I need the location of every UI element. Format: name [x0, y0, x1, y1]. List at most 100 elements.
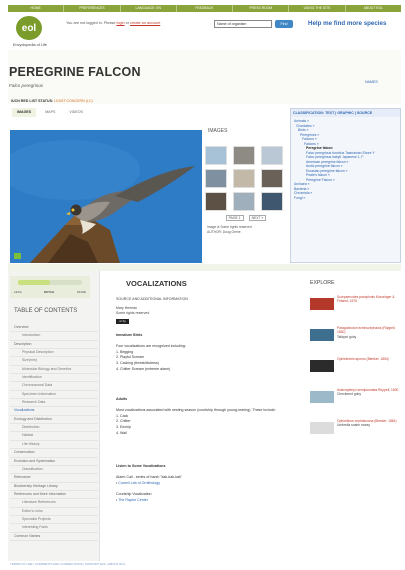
- toc-item[interactable]: Chromosomal Data: [10, 382, 98, 391]
- toc-item[interactable]: Specialist Projects: [10, 516, 98, 525]
- nav-item[interactable]: PREFERENCES: [64, 5, 121, 12]
- logo-subtitle: Encyclopedia of Life: [13, 43, 47, 47]
- login-message: You are not logged in. Please login or c…: [66, 21, 161, 25]
- toc-item[interactable]: Research Data: [10, 399, 98, 408]
- toc-item[interactable]: References and More Information: [10, 491, 98, 500]
- falcon-photo: [10, 130, 202, 263]
- explore-species-link[interactable]: Scorpaenodes parvipinnis Klunzinger & Fi…: [337, 295, 399, 304]
- toc-item[interactable]: Biodiversity Heritage Library: [10, 483, 98, 491]
- toc-item[interactable]: Literature References: [10, 499, 98, 508]
- toc-item[interactable]: Molecular Biology and Genetics: [10, 366, 98, 375]
- explore-thumbnail[interactable]: [310, 360, 334, 372]
- names-link[interactable]: NAMES: [365, 80, 378, 84]
- explore-title: EXPLORE: [310, 280, 335, 286]
- explore-item[interactable]: Scorpaenodes parvipinnis Klunzinger & Fi…: [310, 295, 400, 321]
- thumbnail[interactable]: [261, 192, 283, 211]
- explore-common-name: Umbrella snake moray: [337, 423, 370, 428]
- explore-item[interactable]: Ophieleotris aporos (Bleeker, 1854): [310, 357, 400, 383]
- toc-item[interactable]: Introduction: [10, 332, 98, 341]
- thumbnail[interactable]: [205, 146, 227, 165]
- explore-thumbnail[interactable]: [310, 422, 334, 434]
- footer-links[interactable]: TERMS OF USE | COMMENTS AND CORRECTIONS …: [10, 562, 125, 566]
- raptor-center-link[interactable]: The Raptor Center: [118, 498, 148, 502]
- main-falcon-image[interactable]: [10, 130, 202, 263]
- header: eol Encyclopedia of Life You are not log…: [8, 12, 401, 50]
- thumbnail[interactable]: [233, 169, 255, 188]
- toc-item[interactable]: Ecology and Distribution: [10, 416, 98, 425]
- find-button[interactable]: Find: [275, 20, 293, 28]
- nav-item[interactable]: HOME: [8, 5, 65, 12]
- cornell-lab-link[interactable]: Cornell Lab of Ornithology: [118, 481, 160, 485]
- slider-track[interactable]: [18, 280, 82, 285]
- toc-item[interactable]: Evolution and Systematics: [10, 458, 98, 466]
- explore-common-name: Tailspot goby: [337, 334, 357, 339]
- cc-license-icon[interactable]: cc by: [116, 319, 129, 324]
- toc-item[interactable]: Interesting Facts: [10, 524, 98, 533]
- search-input[interactable]: Name of organism: [214, 20, 272, 28]
- toc-item[interactable]: Life History: [10, 441, 98, 450]
- thumbnail[interactable]: [205, 169, 227, 188]
- toc-item[interactable]: Overview: [10, 324, 98, 333]
- thumbnail-grid: [205, 146, 287, 214]
- explore-species-link[interactable]: Ophieleotris aporos (Bleeker, 1854): [337, 357, 399, 361]
- thumbnail[interactable]: [205, 192, 227, 211]
- toc-item[interactable]: Physical Description: [10, 349, 98, 358]
- nav-item[interactable]: FEEDBACK: [177, 5, 234, 12]
- toc-item[interactable]: Size(mm): [10, 357, 98, 366]
- toc-item[interactable]: Identification: [10, 374, 98, 383]
- detail-slider: LESS DETAIL MORE: [10, 276, 90, 298]
- explore-thumbnail[interactable]: [310, 298, 334, 310]
- section-divider: [8, 264, 401, 271]
- main-content: VOCALIZATIONS SOURCE AND ADDITIONAL INFO…: [108, 271, 304, 561]
- classification-header[interactable]: CLASSIFICATION: TEXT | GRAPHIC | SOURCE: [291, 109, 400, 117]
- explore-species-link[interactable]: Paragobiodon echinocephalus (Rüppell, 18…: [337, 326, 399, 335]
- toc-item[interactable]: Editor's Links: [10, 508, 98, 516]
- image-pager: PAGE 1 NEXT »: [205, 215, 287, 222]
- nav-item[interactable]: LANGUAGE: EN: [121, 5, 177, 12]
- explore-thumbnail[interactable]: [310, 329, 334, 341]
- toc-item[interactable]: Distribution: [10, 424, 98, 433]
- help-find-species-link[interactable]: Help me find more species: [308, 20, 386, 27]
- images-label: IMAGES: [208, 128, 228, 134]
- thumbnail[interactable]: [261, 169, 283, 188]
- section-title: VOCALIZATIONS: [126, 279, 187, 288]
- toc-item[interactable]: Vocalizations: [10, 407, 98, 416]
- explore-thumbnail[interactable]: [310, 391, 334, 403]
- login-link[interactable]: login: [117, 21, 125, 25]
- explore-common-name: Checkered goby: [337, 392, 362, 397]
- tab-maps[interactable]: MAPS: [40, 108, 60, 117]
- image-info-icon[interactable]: [14, 253, 21, 259]
- toc-item[interactable]: Conservation: [10, 449, 98, 458]
- toc-item[interactable]: Habitat: [10, 432, 98, 441]
- toc-item[interactable]: Classification: [10, 466, 98, 475]
- classification-panel: CLASSIFICATION: TEXT | GRAPHIC | SOURCE …: [290, 108, 401, 263]
- toc-item[interactable]: Relevance: [10, 474, 98, 483]
- explore-item[interactable]: Asterropteryx semipunctata Rüppell, 1830…: [310, 388, 400, 414]
- thumbnail[interactable]: [233, 192, 255, 211]
- toc-item[interactable]: Common Names: [10, 533, 98, 541]
- nav-item[interactable]: USING THE SITE: [289, 5, 346, 12]
- thumbnail[interactable]: [261, 146, 283, 165]
- explore-item[interactable]: Ophichthus cephalozona (Bleeker, 1864) Um…: [310, 419, 400, 445]
- page-title: PEREGRINE FALCON: [9, 65, 141, 79]
- nav-item[interactable]: PRESS ROOM: [233, 5, 290, 12]
- source-author: Mary Herman Some rights reserved: [116, 306, 150, 315]
- tab-images[interactable]: IMAGES: [12, 108, 37, 117]
- create-account-link[interactable]: create an account: [130, 21, 160, 25]
- scientific-name: Falco peregrinus: [9, 83, 44, 88]
- tab-videos[interactable]: VIDEOS: [64, 108, 88, 117]
- adults-section: Adults Most vocalizations associated wit…: [116, 397, 276, 435]
- pager-next[interactable]: NEXT »: [248, 215, 267, 221]
- slider-fill[interactable]: [18, 280, 50, 285]
- thumbnail[interactable]: [233, 146, 255, 165]
- status-value[interactable]: LEAST CONCERN (LC): [54, 99, 92, 103]
- toc-item[interactable]: Specimen Information: [10, 391, 98, 400]
- listen-section: Listen to Some Vocalizations Alarm Call …: [116, 464, 183, 502]
- classification-item[interactable]: Fungi »: [294, 196, 397, 201]
- eol-logo[interactable]: eol: [16, 16, 42, 40]
- nav-item[interactable]: ABOUT EOL: [346, 5, 401, 12]
- classification-tree: Animals » Chordates » Birds » Peregrines » F…: [291, 117, 400, 260]
- explore-item[interactable]: Paragobiodon echinocephalus (Rüppell, 18…: [310, 326, 400, 352]
- iucn-status: IUCN RED LIST STATUS: LEAST CONCERN (LC): [11, 99, 93, 103]
- toc-item[interactable]: Description: [10, 341, 98, 350]
